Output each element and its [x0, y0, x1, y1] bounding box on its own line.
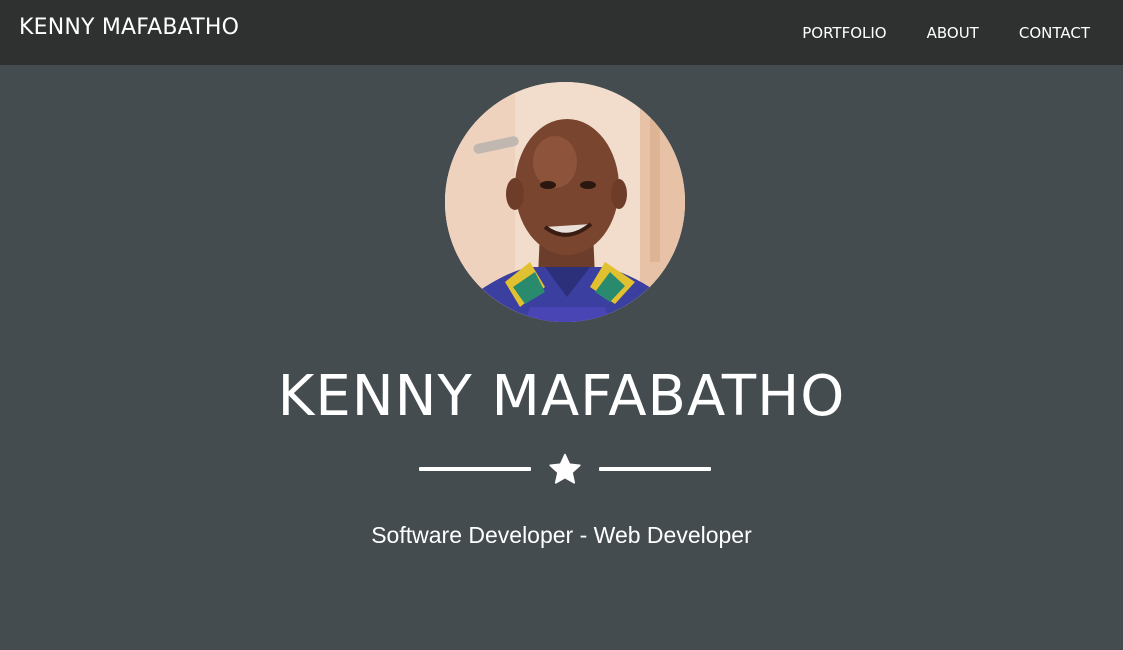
hero-title: KENNY MAFABATHO	[277, 364, 846, 429]
star-icon	[549, 453, 581, 484]
nav-links: PORTFOLIO ABOUT CONTACT	[782, 0, 1110, 65]
divider-line-right	[599, 467, 711, 471]
profile-avatar	[445, 82, 685, 322]
navbar: KENNY MAFABATHO PORTFOLIO ABOUT CONTACT	[0, 0, 1123, 65]
brand-link[interactable]: KENNY MAFABATHO	[19, 13, 239, 43]
nav-link-contact[interactable]: CONTACT	[999, 23, 1110, 43]
star-divider	[419, 450, 711, 490]
nav-link-about[interactable]: ABOUT	[907, 23, 999, 43]
hero-subtitle: Software Developer - Web Developer	[371, 522, 752, 548]
divider-line-left	[419, 467, 531, 471]
hero-section: KENNY MAFABATHO Software Developer - Web…	[0, 65, 1123, 650]
nav-link-portfolio[interactable]: PORTFOLIO	[782, 23, 906, 43]
profile-photo	[445, 82, 685, 322]
